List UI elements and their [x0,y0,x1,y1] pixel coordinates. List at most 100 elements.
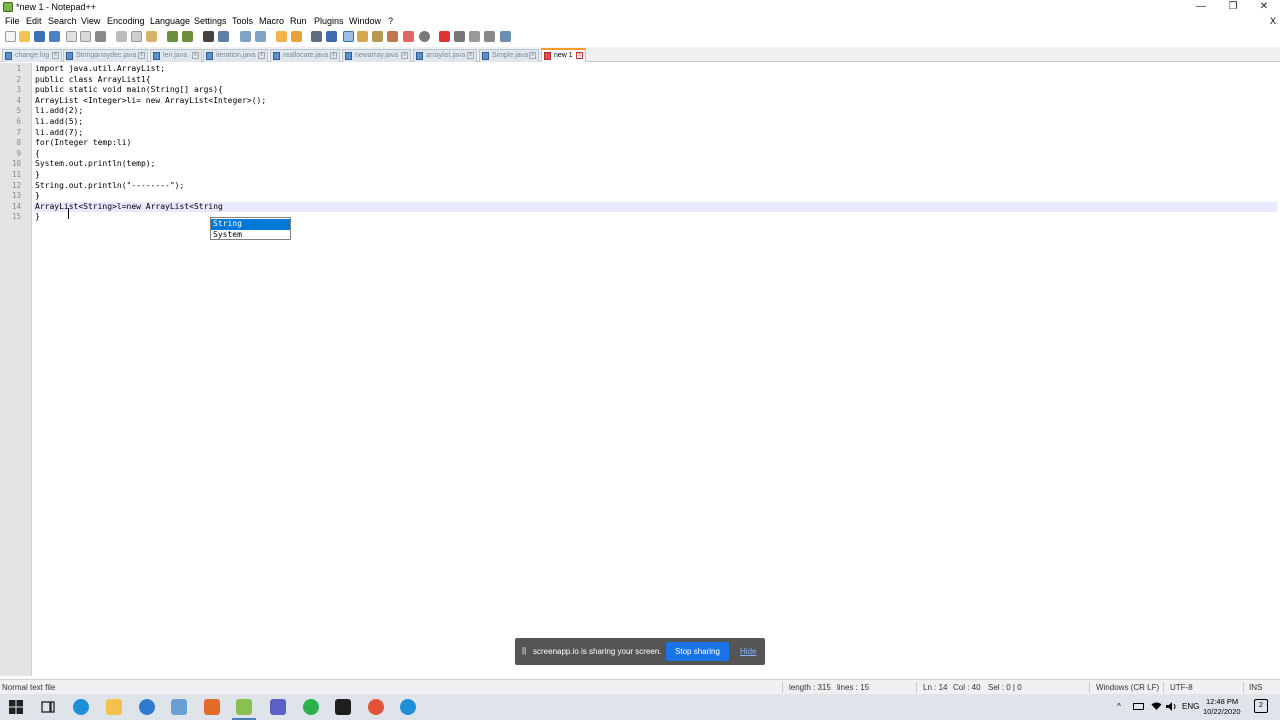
status-eol[interactable]: Windows (CR LF) [1096,683,1159,692]
menu-encoding[interactable]: Encoding [107,16,145,26]
doc-map-icon[interactable] [357,31,368,42]
save-macro-icon[interactable] [500,31,511,42]
tray-overflow-icon[interactable]: ^ [1117,702,1121,711]
restore-button[interactable]: ❐ [1218,0,1248,14]
menu-settings[interactable]: Settings [194,16,227,26]
start-button[interactable] [8,699,24,715]
close-button[interactable]: ✕ [1249,0,1279,14]
tab-close-icon[interactable]: x [576,52,583,59]
copy-icon[interactable] [131,31,142,42]
tab-newarray-java[interactable]: newarray.java x [342,49,411,62]
tab-close-icon[interactable]: x [529,52,536,59]
menu-edit[interactable]: Edit [26,16,42,26]
wifi-icon[interactable] [1151,702,1162,711]
teams-icon[interactable] [270,699,286,715]
input-language[interactable]: ENG [1182,702,1199,711]
new-file-icon[interactable] [5,31,16,42]
code-line[interactable]: li.add(5); [35,117,83,128]
tab-iteration-java[interactable]: iteration.java x [203,49,268,62]
tab-reallocate-java[interactable]: reallocate.java x [270,49,340,62]
autocomplete-item-string[interactable]: String [211,219,290,230]
close-all-icon[interactable] [80,31,91,42]
indent-guide-icon[interactable] [343,31,354,42]
editor-area[interactable]: 1 2 3 4 5 6 7 8 9 10 11 12 13 14 15 import java.util.A… [0,63,1280,676]
tab-close-icon[interactable]: x [330,52,337,59]
record-macro-icon[interactable] [419,31,430,42]
code-line[interactable]: import java.util.ArrayList; [35,64,165,75]
hide-banner-link[interactable]: Hide [740,647,756,656]
edge-browser-icon-2[interactable] [400,699,416,715]
close-document-button[interactable]: X [1270,16,1276,26]
java-icon[interactable] [204,699,220,715]
code-line[interactable]: } [35,191,40,202]
code-line[interactable]: public class ArrayList1{ [35,75,151,86]
code-line[interactable]: public static void main(String[] args){ [35,85,223,96]
tab-close-icon[interactable]: x [401,52,408,59]
tab-simple-java[interactable]: Simple.java x [479,49,539,62]
menu-search[interactable]: Search [48,16,77,26]
tab-close-icon[interactable]: x [138,52,145,59]
menu-window[interactable]: Window [349,16,381,26]
command-prompt-icon[interactable] [335,699,351,715]
code-line[interactable]: ArrayList<String>l=new ArrayList<String [35,202,223,213]
file-explorer-icon[interactable] [106,699,122,715]
open-folder-icon[interactable] [19,31,30,42]
stop-recording-icon[interactable] [454,31,465,42]
menu-help[interactable]: ? [388,16,393,26]
notepad-icon[interactable] [171,699,187,715]
code-line[interactable]: } [35,170,40,181]
tab-stringarraydec-java[interactable]: Stringarraydec.java x [63,49,148,62]
code-line[interactable]: { [35,149,40,160]
print-icon[interactable] [95,31,106,42]
folder-workspace-icon[interactable] [387,31,398,42]
status-encoding[interactable]: UTF-8 [1170,683,1193,692]
menu-macro[interactable]: Macro [259,16,284,26]
save-all-icon[interactable] [49,31,60,42]
tab-close-icon[interactable]: x [467,52,474,59]
start-recording-icon[interactable] [439,31,450,42]
minimize-button[interactable]: — [1186,0,1216,14]
clock-date[interactable]: 10/22/2020 [1203,707,1241,716]
replace-icon[interactable] [218,31,229,42]
function-list-icon[interactable] [372,31,383,42]
redo-icon[interactable] [182,31,193,42]
menu-run[interactable]: Run [290,16,307,26]
status-insert-mode[interactable]: INS [1249,683,1262,692]
tab-new-1[interactable]: new 1 x [541,48,586,62]
clock-time[interactable]: 12:48 PM [1206,697,1238,706]
tab-len-java[interactable]: len.java x [150,49,202,62]
close-file-icon[interactable] [66,31,77,42]
run-multiple-macro-icon[interactable] [484,31,495,42]
playback-icon[interactable] [469,31,480,42]
firefox-icon[interactable] [139,699,155,715]
task-view-icon[interactable] [40,699,56,715]
tab-close-icon[interactable]: x [258,52,265,59]
code-line[interactable]: } [35,212,40,223]
tab-change-log[interactable]: change.log x [2,49,62,62]
code-line[interactable]: String.out.println("--------"); [35,181,184,192]
monitoring-icon[interactable] [403,31,414,42]
tab-arraylist-java[interactable]: arraylist.java x [413,49,477,62]
zoom-out-icon[interactable] [255,31,266,42]
tab-close-icon[interactable]: x [192,52,199,59]
code-line[interactable]: li.add(2); [35,106,83,117]
zoom-in-icon[interactable] [240,31,251,42]
cut-icon[interactable] [116,31,127,42]
paste-icon[interactable] [146,31,157,42]
whatsapp-icon[interactable] [303,699,319,715]
undo-icon[interactable] [167,31,178,42]
tab-close-icon[interactable]: x [52,52,59,59]
code-line[interactable]: ArrayList <Integer>li= new ArrayList<Int… [35,96,266,107]
show-all-chars-icon[interactable] [326,31,337,42]
notification-center-icon[interactable]: 2 [1254,699,1268,713]
notepadpp-taskbar-icon[interactable] [236,699,252,715]
menu-plugins[interactable]: Plugins [314,16,344,26]
sync-horizontal-icon[interactable] [291,31,302,42]
edge-browser-icon[interactable] [73,699,89,715]
code-line[interactable]: System.out.println(temp); [35,159,155,170]
word-wrap-icon[interactable] [311,31,322,42]
save-icon[interactable] [34,31,45,42]
autocomplete-item-system[interactable]: System [211,230,290,241]
battery-icon[interactable] [1133,703,1144,710]
code-line[interactable]: li.add(7); [35,128,83,139]
